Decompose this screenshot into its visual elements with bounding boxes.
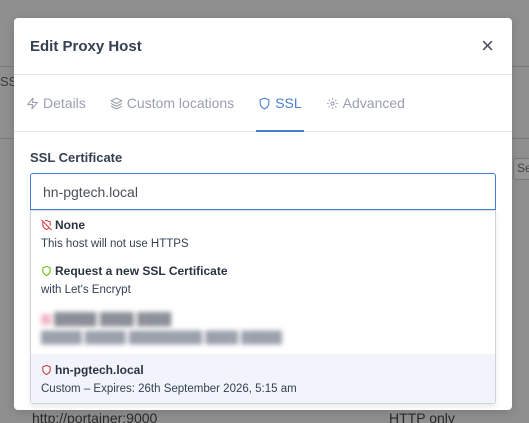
option-title: None <box>55 218 85 232</box>
modal-title: Edit Proxy Host <box>30 37 142 55</box>
option-hn-pgtech-local[interactable]: hn-pgtech.local Custom – Expires: 26th S… <box>31 354 495 403</box>
background-search-fragment: Se <box>513 158 529 180</box>
option-title: █████ ████ ████ <box>54 312 172 326</box>
tab-label: SSL <box>275 95 302 111</box>
ssl-certificate-select[interactable]: hn-pgtech.local <box>30 173 496 210</box>
gear-icon <box>326 97 338 109</box>
option-subtitle: with Let's Encrypt <box>41 284 131 296</box>
tab-ssl[interactable]: SSL <box>256 75 305 132</box>
option-redacted-certificate[interactable]: █████ ████ ████ █████ █████ █████████ ██… <box>31 303 495 354</box>
shield-icon <box>41 313 51 325</box>
ssl-certificate-label: SSL Certificate <box>30 150 123 165</box>
option-none[interactable]: None This host will not use HTTPS <box>31 211 495 257</box>
tab-custom-locations[interactable]: Custom locations <box>110 75 234 131</box>
shield-off-icon <box>41 219 52 231</box>
zap-icon <box>27 97 38 109</box>
option-title: Request a new SSL Certificate <box>55 264 228 278</box>
option-request-new-certificate[interactable]: Request a new SSL Certificate with Let's… <box>31 257 495 303</box>
shield-icon <box>42 364 51 376</box>
background-row-url: http://portainer:9000 <box>32 410 158 423</box>
tab-details[interactable]: Details <box>26 75 86 131</box>
tab-advanced[interactable]: Advanced <box>326 75 405 131</box>
selected-value: hn-pgtech.local <box>43 183 138 200</box>
ssl-certificate-dropdown: None This host will not use HTTPS Reques… <box>30 210 496 404</box>
shield-icon <box>259 97 270 109</box>
layers-icon <box>110 97 123 109</box>
shield-icon <box>42 265 51 277</box>
option-subtitle: █████ █████ █████████ ████ █████ <box>41 332 282 344</box>
modal-header: Edit Proxy Host × <box>14 18 512 75</box>
option-title: hn-pgtech.local <box>55 363 144 377</box>
background-row-ssl: HTTP only <box>389 410 455 423</box>
tab-label: Advanced <box>342 95 405 111</box>
tab-bar: Details Custom locations SSL Advanced <box>14 75 512 132</box>
option-subtitle: Custom – Expires: 26th September 2026, 5… <box>41 383 297 395</box>
tab-label: Custom locations <box>126 95 235 111</box>
tab-label: Details <box>43 95 86 111</box>
option-subtitle: This host will not use HTTPS <box>41 238 189 250</box>
modal-body: SSL Certificate hn-pgtech.local None Thi… <box>14 132 512 404</box>
edit-proxy-host-modal: Edit Proxy Host × Details Custom locatio… <box>14 18 512 410</box>
close-button[interactable]: × <box>481 35 494 57</box>
